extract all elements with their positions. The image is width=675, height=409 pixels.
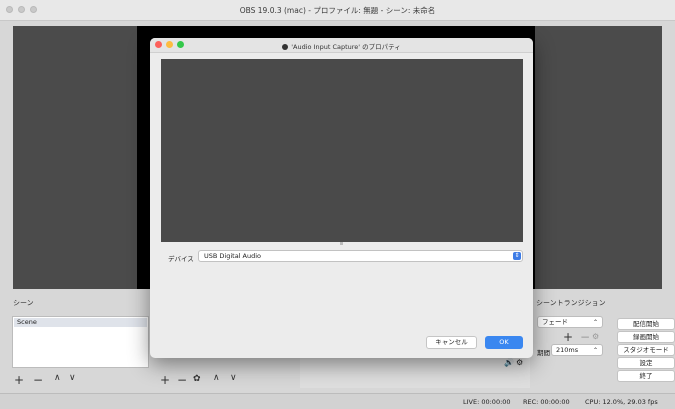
source-settings-icon[interactable]: ✿: [193, 374, 201, 384]
transition-select-value: フェード: [542, 318, 568, 326]
add-source-button[interactable]: +: [160, 373, 170, 387]
main-title-bar: OBS 19.0.3 (mac) - プロファイル: 無題 - シーン: 未命名: [0, 0, 675, 21]
dialog-preview: [161, 59, 523, 242]
ok-button[interactable]: OK: [485, 336, 523, 349]
duration-input[interactable]: 210ms ⌃: [551, 344, 603, 356]
transition-settings-icon[interactable]: ⚙: [592, 332, 599, 341]
source-up-button[interactable]: ∧: [213, 373, 220, 383]
exit-button[interactable]: 終了: [617, 370, 675, 382]
start-recording-button[interactable]: 録画開始: [617, 331, 675, 343]
duration-label: 期間: [537, 349, 550, 357]
rec-status: REC: 00:00:00: [523, 398, 570, 406]
scenes-list[interactable]: Scene: [12, 316, 149, 368]
scene-up-button[interactable]: ∧: [54, 373, 61, 383]
remove-source-button[interactable]: −: [177, 373, 187, 387]
studio-mode-button[interactable]: スタジオモード: [617, 344, 675, 356]
remove-transition-button[interactable]: −: [580, 330, 590, 344]
live-status: LIVE: 00:00:00: [463, 398, 511, 406]
device-select[interactable]: USB Digital Audio ⇕: [198, 250, 523, 262]
stepper-icon: ⌃: [592, 347, 598, 354]
chevron-updown-icon: ⌃: [592, 319, 598, 326]
obs-logo-icon: [282, 44, 289, 50]
add-scene-button[interactable]: +: [14, 373, 24, 387]
properties-dialog: 'Audio Input Capture' のプロパティ デバイス USB Di…: [150, 38, 533, 358]
transitions-dock-title: シーントランジション: [536, 299, 606, 307]
device-label: デバイス: [168, 255, 194, 263]
status-bar: LIVE: 00:00:00 REC: 00:00:00 CPU: 12.0%,…: [0, 393, 675, 409]
mixer-settings-icon[interactable]: ⚙: [516, 358, 523, 367]
cancel-button[interactable]: キャンセル: [426, 336, 477, 349]
mute-speaker-icon[interactable]: 🔊: [504, 358, 514, 367]
splitter-handle[interactable]: [340, 242, 343, 245]
source-down-button[interactable]: ∨: [230, 373, 237, 383]
duration-value: 210ms: [556, 346, 579, 354]
scenes-dock-title: シーン: [13, 299, 34, 307]
settings-button[interactable]: 設定: [617, 357, 675, 369]
remove-scene-button[interactable]: −: [33, 373, 43, 387]
cpu-status: CPU: 12.0%, 29.03 fps: [585, 398, 658, 406]
scene-down-button[interactable]: ∨: [69, 373, 76, 383]
dialog-title-bar: 'Audio Input Capture' のプロパティ: [150, 38, 533, 53]
window-title: OBS 19.0.3 (mac) - プロファイル: 無題 - シーン: 未命名: [239, 6, 436, 15]
transition-select[interactable]: フェード ⌃: [537, 316, 603, 328]
chevron-updown-icon: ⇕: [513, 252, 521, 260]
add-transition-button[interactable]: +: [563, 330, 573, 344]
dialog-title-text: 'Audio Input Capture' のプロパティ: [291, 43, 401, 51]
start-streaming-button[interactable]: 配信開始: [617, 318, 675, 330]
device-select-value: USB Digital Audio: [204, 252, 262, 260]
dialog-title: 'Audio Input Capture' のプロパティ: [150, 41, 533, 51]
scene-list-item[interactable]: Scene: [14, 318, 147, 327]
